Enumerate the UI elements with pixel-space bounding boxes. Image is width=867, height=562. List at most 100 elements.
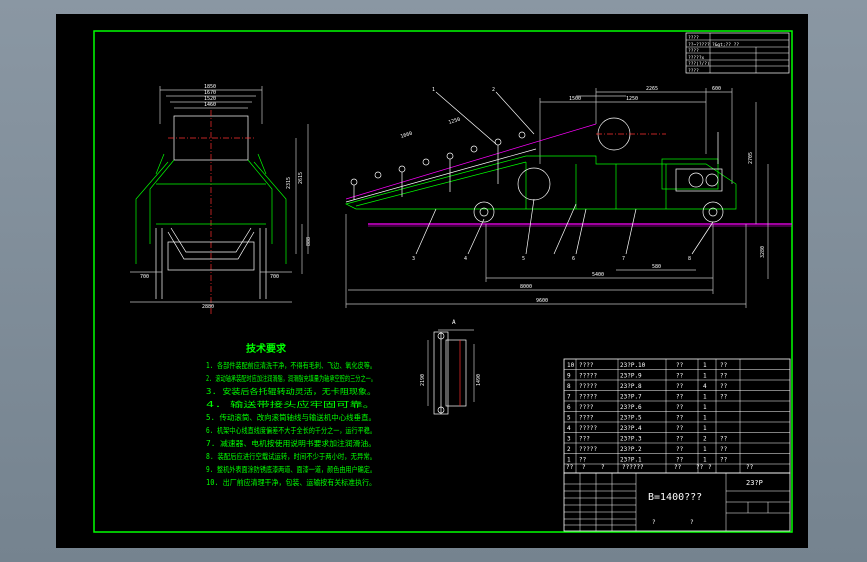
note-item: 5. 传动滚筒、改向滚筒轴线与输送机中心线垂直。: [206, 412, 376, 422]
side-frame: [345, 155, 737, 210]
bom-cell-mat: ??: [720, 362, 728, 369]
side-dim-left1: 1660: [400, 131, 413, 140]
bom-header-cell: ?: [601, 464, 605, 471]
callout-8: 8: [688, 256, 691, 262]
front-side-dims: [130, 124, 309, 303]
spec-row-1: ??~?????: [688, 42, 710, 48]
side-dim-b1: 580: [652, 264, 661, 270]
note-item: 6. 机架中心线直线度偏差不大于全长的千分之一，运行平稳。: [206, 425, 376, 435]
note-item: 8. 装配后应进行空载试运转，时间不少于两小时，无异常。: [206, 451, 376, 461]
notes-list: 1. 各部件装配前应清洗干净，不得有毛刺、飞边、氧化皮等。 2. 滚动轴承装配时应…: [206, 360, 376, 487]
detail-dim-w: 1490: [476, 374, 482, 386]
technical-notes: 技术要求 1. 各部件装配前应清洗干净，不得有毛刺、飞边、氧化皮等。 2. 滚动轴…: [206, 342, 376, 487]
spec-row-3: ?????x: [688, 55, 705, 61]
bom-header-cell: ?: [582, 464, 586, 471]
bom-header-cell: ?: [708, 464, 712, 471]
side-view: 1500 1250 2265 600 1 2 3 4 5 6 7 8 2705 …: [345, 86, 792, 308]
bom-cell-name: ???: [579, 436, 590, 443]
bom-cell-no: 5: [567, 415, 571, 422]
drive-drum: [517, 167, 551, 201]
side-dim-top2: 1250: [626, 96, 638, 102]
bom-cell-qty: ??: [676, 383, 684, 390]
bom-cell-code: 23?P.10: [620, 362, 646, 369]
title-q2: ?: [690, 519, 694, 526]
side-dim-top4: 600: [712, 86, 721, 92]
bom-cell-no: 2: [567, 446, 571, 453]
bom-cell-name: ????: [579, 415, 594, 422]
bom-cell-qty: ??: [676, 404, 684, 411]
bom-cell-n: 1: [703, 404, 707, 411]
bom-cell-qty: ??: [676, 415, 684, 422]
note-item: 10. 出厂前应清理干净，包装、运输按有关标准执行。: [206, 477, 376, 487]
bom-cell-mat: ??: [720, 446, 728, 453]
bom-cell-mat: ??: [720, 383, 728, 390]
side-dim-right1: 2705: [748, 152, 754, 164]
bom-cell-name: ?????: [579, 446, 597, 453]
note-item: 3. 安装后各托辊转动灵活，无卡阻现象。: [206, 386, 376, 396]
bom-rows: 10???? 23?P.10?? 1 ??9????? 23?P.9?? 1 ??8????…: [564, 362, 790, 465]
bom-cell-n: 1: [703, 446, 707, 453]
bom-cell-n: 4: [703, 383, 707, 390]
bom-cell-qty: ??: [676, 425, 684, 432]
bom-cell-no: 6: [567, 404, 571, 411]
bom-cell-n: 1: [703, 373, 707, 380]
detail-label: A: [452, 319, 456, 326]
bom-cell-name: ??: [579, 457, 587, 464]
detail-dim-h: 2190: [420, 374, 426, 386]
note-item: 2. 滚动轴承装配时应加注润滑脂，润滑脂充填量为轴承空腔的三分之一。: [206, 373, 376, 383]
bom-header-cell: ??: [746, 464, 754, 471]
front-dim-base: 2880: [202, 304, 214, 310]
drawing-sheet: ???? ??~????? ?&gt;?? ?? ???? ?????x ???…: [56, 14, 808, 548]
bom-cell-code: 23?P.2: [620, 446, 642, 453]
cad-viewport: ???? ??~????? ?&gt;?? ?? ???? ?????x ???…: [0, 0, 867, 562]
drawing-canvas: ???? ??~????? ?&gt;?? ?? ???? ?????x ???…: [93, 30, 793, 533]
bom-header-cell: ??????: [622, 464, 644, 471]
bom-row: 10???? 23?P.10?? 1??: [567, 362, 728, 369]
bom-cell-code: 23?P.8: [620, 383, 642, 390]
spec-row-1-val: ?&gt;?? ??: [712, 42, 739, 48]
callout-5: 5: [522, 256, 525, 262]
callout-3: 3: [412, 256, 415, 262]
spec-row-4: ???(?/?): [688, 61, 710, 67]
belt-upper: [345, 123, 597, 200]
title-q1: ?: [652, 519, 656, 526]
bom-cell-code: 23?P.1: [620, 457, 642, 464]
bom-cell-name: ?????: [579, 394, 597, 401]
bom-cell-no: 3: [567, 436, 571, 443]
border-frame: [93, 30, 793, 533]
title-block: B=1400??? ? ? 23?P: [563, 472, 791, 532]
bom-cell-no: 4: [567, 425, 571, 432]
detail-view-a: A 2190 1490: [420, 319, 482, 415]
bom-cell-mat: ??: [720, 373, 728, 380]
side-dim-top1: 1500: [569, 96, 581, 102]
bom-row: 7????? 23?P.7?? 1??: [567, 394, 728, 401]
bom-header-cell: ??: [566, 464, 574, 471]
front-dim-h1: 2315: [286, 177, 292, 189]
callout-1: 1: [432, 87, 435, 93]
bom-cell-mat: ??: [720, 436, 728, 443]
note-item: 7. 减速器、电机按使用说明书要求加注润滑油。: [206, 438, 376, 448]
bom-row: 1?? 23?P.1?? 1??: [567, 457, 728, 464]
note-item: 4. 输送带接头应牢固可靠。: [206, 399, 376, 409]
bom-cell-code: 23?P.6: [620, 404, 642, 411]
bom-cell-code: 23?P.7: [620, 394, 642, 401]
drawing-title: B=1400???: [648, 492, 702, 503]
front-dim-h2: 2615: [298, 172, 304, 184]
callout-6: 6: [572, 256, 575, 262]
bom-cell-qty: ??: [676, 394, 684, 401]
bom-cell-code: 23?P.9: [620, 373, 642, 380]
bom-cell-n: 2: [703, 436, 707, 443]
side-dim-right2: 3280: [760, 246, 766, 258]
bom-cell-no: 1: [567, 457, 571, 464]
side-bottom-dims: [345, 214, 747, 308]
drive-unit: [675, 168, 723, 192]
bom-cell-no: 9: [567, 373, 571, 380]
drawing-number: 23?P: [746, 479, 763, 487]
side-wheels: [473, 201, 724, 223]
bom-cell-mat: ??: [720, 394, 728, 401]
spec-table: ???? ??~????? ?&gt;?? ?? ???? ?????x ???…: [685, 32, 790, 74]
bom-row: 6???? 23?P.6?? 1: [567, 404, 707, 411]
bom-header-cell: ??: [674, 464, 682, 471]
bom-row: 2????? 23?P.2?? 1??: [567, 446, 728, 453]
bom-cell-n: 1: [703, 362, 707, 369]
